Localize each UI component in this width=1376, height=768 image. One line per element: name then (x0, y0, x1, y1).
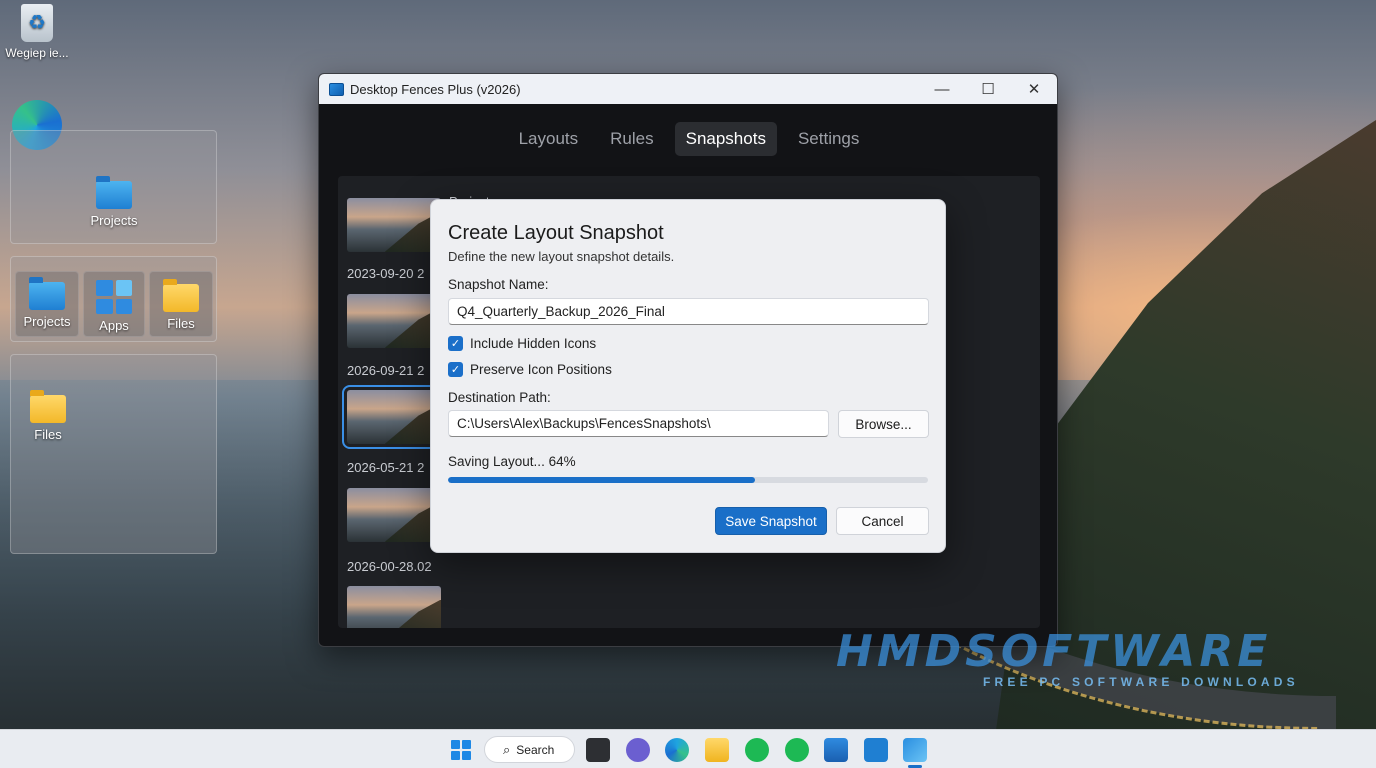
minimize-button[interactable]: — (919, 74, 965, 104)
edge-icon[interactable] (665, 738, 689, 762)
store-icon[interactable] (824, 738, 848, 762)
search-icon: ⌕ (503, 741, 511, 757)
fence-tile-label: Apps (99, 318, 129, 333)
checkbox-label: Preserve Icon Positions (470, 362, 612, 377)
snapshot-name-label: Snapshot Name: (448, 277, 549, 292)
snapshot-date: 2026-00-28.02 (347, 559, 432, 574)
folder-icon (30, 390, 66, 423)
checkmark-icon: ✓ (448, 336, 463, 351)
fence-tile-label: Projects (23, 314, 71, 329)
taskbar: ⌕ Search (0, 729, 1376, 768)
snapshot-thumbnail[interactable] (347, 294, 441, 348)
spotify-icon[interactable] (785, 738, 809, 762)
fence-projects[interactable]: Projects (10, 130, 217, 244)
progress-status: Saving Layout... 64% (448, 454, 576, 469)
mail-icon[interactable] (864, 738, 888, 762)
fence-tile-apps[interactable]: Apps (83, 271, 145, 337)
include-hidden-icons-checkbox[interactable]: ✓ Include Hidden Icons (448, 336, 596, 351)
dialog-subtitle: Define the new layout snapshot details. (448, 249, 675, 264)
projects-folder-icon (29, 277, 65, 310)
snapshot-date: 2023-09-20 2 (347, 266, 425, 281)
fence-files-item[interactable]: Files (15, 390, 81, 442)
window-title: Desktop Fences Plus (v2026) (350, 81, 521, 97)
watermark-tagline: FREE PC SOFTWARE DOWNLOADS (983, 675, 1299, 689)
tab-bar: Layouts Rules Snapshots Settings (319, 122, 1057, 156)
close-button[interactable]: ✕ (1011, 74, 1057, 104)
fence-files[interactable]: Files (10, 354, 217, 554)
spotify-icon[interactable] (745, 738, 769, 762)
fence-projects-item[interactable]: Projects (81, 176, 147, 228)
maximize-button[interactable]: ☐ (965, 74, 1011, 104)
recycle-bin-icon: ♻ (21, 4, 53, 42)
fence-apps[interactable]: Projects Apps Files (10, 256, 217, 342)
fence-files-label: Files (34, 427, 62, 442)
files-folder-icon (163, 279, 199, 312)
chat-icon[interactable] (626, 738, 650, 762)
save-snapshot-button[interactable]: Save Snapshot (715, 507, 827, 535)
app-icon (329, 82, 344, 96)
progress-bar (448, 477, 928, 483)
dialog-title: Create Layout Snapshot (448, 222, 664, 244)
title-bar[interactable]: Desktop Fences Plus (v2026) — ☐ ✕ (319, 74, 1057, 104)
snapshot-thumbnail-selected[interactable] (342, 385, 446, 449)
task-view-icon[interactable] (586, 738, 610, 762)
progress-bar-fill (448, 477, 756, 483)
file-explorer-icon[interactable] (705, 738, 729, 762)
fence-tile-label: Files (167, 316, 195, 331)
folder-icon (96, 176, 132, 209)
cancel-button[interactable]: Cancel (836, 507, 929, 535)
fence-projects-label: Projects (90, 213, 138, 228)
recycle-bin-shortcut[interactable]: ♻ Wegiep ie... (4, 4, 70, 60)
tab-settings[interactable]: Settings (787, 122, 870, 156)
snapshot-thumbnail[interactable] (347, 586, 441, 628)
tab-layouts[interactable]: Layouts (508, 122, 590, 156)
snapshot-date: 2026-05-21 2 (347, 460, 425, 475)
browse-button[interactable]: Browse... (838, 410, 929, 438)
recycle-bin-label: Wegiep ie... (5, 46, 69, 60)
fence-tile-files[interactable]: Files (149, 271, 213, 337)
snapshot-thumbnail[interactable] (347, 198, 441, 252)
apps-icon (96, 280, 132, 314)
checkmark-icon: ✓ (448, 362, 463, 377)
snapshot-date: 2026-09-21 2 (347, 363, 425, 378)
destination-path-input[interactable]: C:\Users\Alex\Backups\FencesSnapshots\ (448, 410, 829, 437)
tab-snapshots[interactable]: Snapshots (674, 122, 777, 156)
create-snapshot-dialog: Create Layout Snapshot Define the new la… (430, 199, 946, 553)
search-label: Search (516, 742, 555, 757)
taskbar-search[interactable]: ⌕ Search (484, 736, 575, 763)
watermark-logo: HMDSOFTWARE (836, 626, 1272, 677)
checkbox-label: Include Hidden Icons (470, 336, 597, 351)
preserve-icon-positions-checkbox[interactable]: ✓ Preserve Icon Positions (448, 362, 612, 377)
start-icon[interactable] (449, 738, 473, 762)
tab-rules[interactable]: Rules (599, 122, 664, 156)
snapshot-name-input[interactable]: Q4_Quarterly_Backup_2026_Final (448, 298, 929, 325)
destination-path-label: Destination Path: (448, 390, 551, 405)
snapshot-thumbnail[interactable] (347, 488, 441, 542)
fence-tile-projects[interactable]: Projects (15, 271, 79, 337)
fences-icon[interactable] (903, 738, 927, 762)
